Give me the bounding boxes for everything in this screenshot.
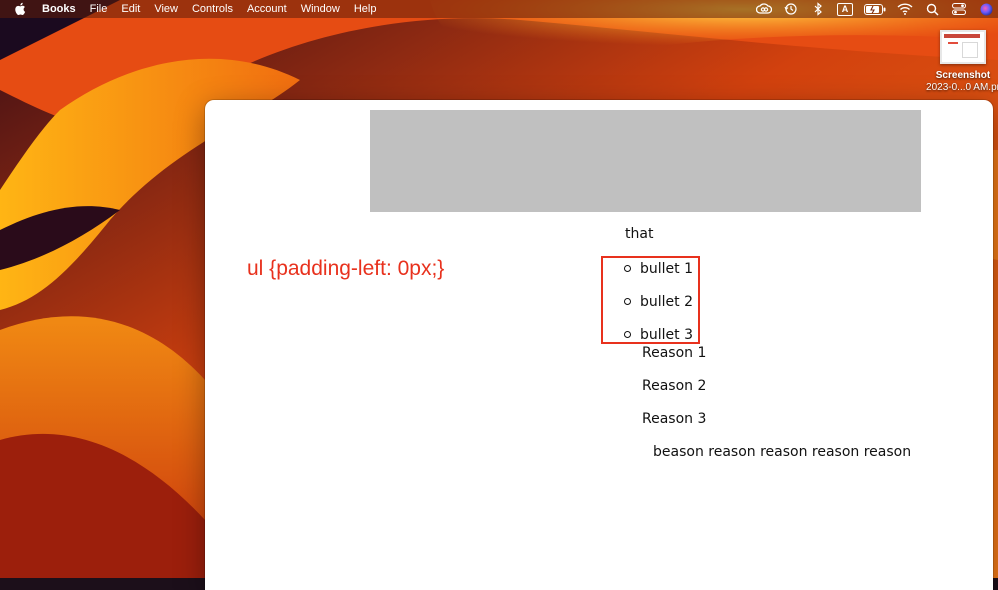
desktop-file-name: Screenshot: [935, 70, 991, 81]
menu-window[interactable]: Window: [294, 0, 347, 18]
menu-account[interactable]: Account: [240, 0, 294, 18]
input-source-icon[interactable]: A: [837, 2, 853, 16]
battery-icon[interactable]: [864, 2, 886, 16]
menu-view[interactable]: View: [147, 0, 185, 18]
trailing-text: beason reason reason reason reason: [653, 444, 912, 460]
bluetooth-icon[interactable]: [810, 2, 826, 16]
time-machine-icon[interactable]: [783, 2, 799, 16]
menu-controls[interactable]: Controls: [185, 0, 240, 18]
apple-menu-icon[interactable]: [14, 2, 28, 16]
menu-file[interactable]: File: [83, 0, 115, 18]
desktop-file-screenshot[interactable]: Screenshot 2023-0...0 AM.pr: [918, 30, 998, 94]
screenshot-thumbnail: [940, 30, 986, 64]
placeholder-banner: [370, 110, 921, 212]
creative-cloud-icon[interactable]: [756, 2, 772, 16]
spotlight-search-icon[interactable]: [924, 2, 940, 16]
desktop-file-subtitle: 2023-0...0 AM.pr: [926, 82, 998, 93]
reason-text: Reason 3: [642, 411, 707, 427]
control-center-icon[interactable]: [951, 2, 967, 16]
input-source-label: A: [837, 2, 853, 16]
menu-bar: Books File Edit View Controls Account Wi…: [0, 0, 998, 18]
menu-help[interactable]: Help: [347, 0, 384, 18]
siri-icon[interactable]: [978, 2, 994, 16]
books-reader-window: ul {padding-left: 0px;} that bullet 1 bu…: [205, 100, 993, 590]
css-annotation: ul {padding-left: 0px;}: [247, 257, 445, 280]
annotation-highlight-box: [601, 256, 700, 344]
reason-text: Reason 2: [642, 378, 707, 394]
intro-text: that: [625, 226, 654, 242]
wifi-icon[interactable]: [897, 2, 913, 16]
menu-app-name[interactable]: Books: [38, 0, 83, 18]
reason-text: Reason 1: [642, 345, 707, 361]
menu-edit[interactable]: Edit: [114, 0, 147, 18]
